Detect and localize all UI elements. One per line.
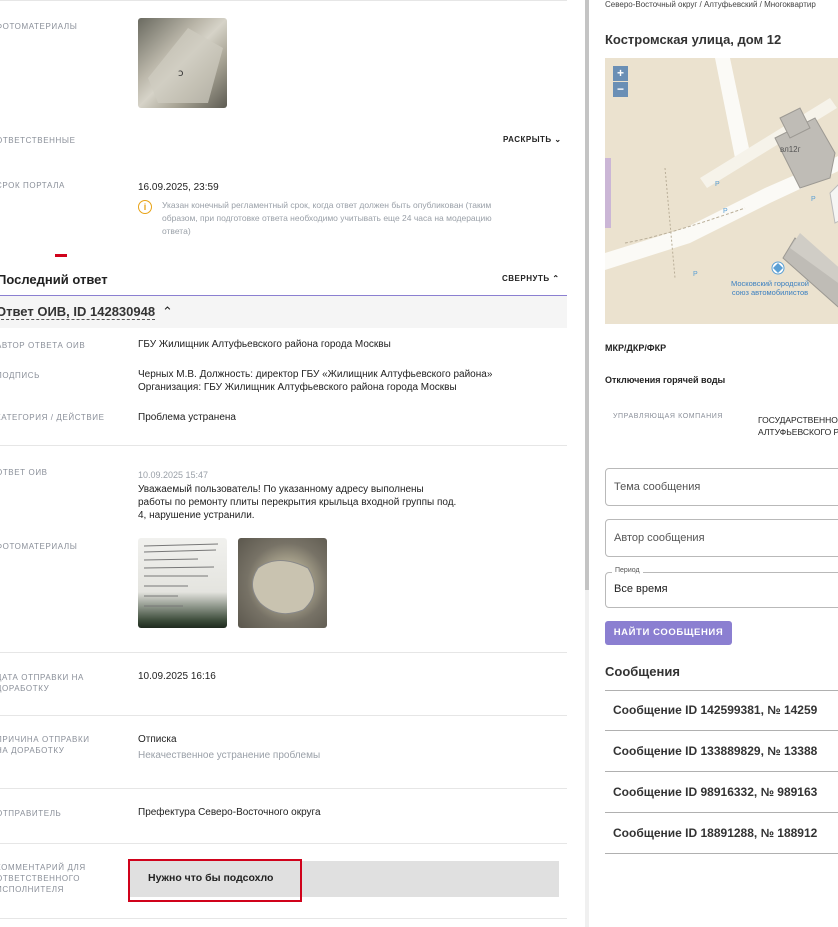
author-input[interactable]: Автор сообщения bbox=[605, 519, 838, 557]
responsible-label: ОТВЕТСТВЕННЫЕ bbox=[0, 136, 76, 145]
author-label: АВТОР ОТВЕТА ОИВ bbox=[0, 341, 86, 350]
signature-label: ПОДПИСЬ bbox=[0, 371, 40, 380]
minus-icon: − bbox=[616, 82, 624, 96]
message-item[interactable]: Сообщение ID 142599381, № 14259 bbox=[605, 691, 838, 731]
zoom-in-button[interactable]: + bbox=[613, 66, 628, 81]
portal-deadline-value: 16.09.2025, 23:59 bbox=[138, 182, 219, 193]
topic-input[interactable]: Тема сообщения bbox=[605, 468, 838, 506]
parking-icon: P bbox=[811, 196, 816, 203]
comment-value: Нужно что бы подсохло bbox=[148, 872, 274, 884]
rework-reason-value: Отписка bbox=[138, 734, 177, 745]
messages-title: Сообщения bbox=[605, 664, 680, 679]
red-marker bbox=[55, 254, 67, 257]
poi-label: Московский городской союз автомобилистов bbox=[731, 279, 809, 297]
rework-reason-label: ПРИЧИНА ОТПРАВКИ НА ДОРАБОТКУ bbox=[0, 735, 90, 755]
breadcrumb[interactable]: Северо-Восточный округ / Алтуфьевский / … bbox=[605, 0, 816, 9]
chevron-up-icon: ⌃ bbox=[552, 274, 560, 283]
sender-value: Префектура Северо-Восточного округа bbox=[138, 807, 321, 818]
parking-icon: P bbox=[715, 181, 720, 188]
period-value: Все время bbox=[614, 583, 668, 595]
find-messages-button[interactable]: НАЙТИ СООБЩЕНИЯ bbox=[605, 621, 732, 645]
document-photo-thumbnail[interactable] bbox=[138, 538, 227, 628]
map[interactable]: вл12г P P P P Московский городской союз … bbox=[605, 58, 838, 324]
comment-label: КОММЕНТАРИЙ ДЛЯ ОТВЕТСТВЕННОГО ИСПОЛНИТЕ… bbox=[0, 863, 86, 894]
period-label: Период bbox=[612, 567, 643, 574]
mgmt-label: УПРАВЛЯЮЩАЯ КОМПАНИЯ bbox=[613, 413, 724, 420]
rework-date-label: ДАТА ОТПРАВКИ НА ДОРАБОТКУ bbox=[0, 673, 84, 693]
photo-thumbnail[interactable]: ↄ bbox=[138, 18, 227, 108]
address-title: Костромская улица, дом 12 bbox=[605, 32, 782, 47]
category-code: МКР/ДКР/ФКР bbox=[605, 343, 667, 353]
category-value: Проблема устранена bbox=[138, 412, 236, 423]
oiv-answer-label: ОТВЕТ ОИВ bbox=[0, 468, 48, 477]
message-item[interactable]: Сообщение ID 133889829, № 13388 bbox=[605, 732, 838, 772]
rework-reason-detail: Некачественное устранение проблемы bbox=[138, 750, 321, 761]
topic-placeholder: Тема сообщения bbox=[614, 481, 701, 493]
category-label: КАТЕГОРИЯ / ДЕЙСТВИЕ bbox=[0, 413, 105, 422]
parking-icon: P bbox=[723, 208, 728, 215]
last-answer-title: Последний ответ bbox=[0, 272, 108, 287]
oiv-answer-text: Уважаемый пользователь! По указанному ад… bbox=[138, 484, 457, 521]
collapse-button[interactable]: СВЕРНУТЬ ⌃ bbox=[502, 274, 560, 283]
message-item[interactable]: Сообщение ID 18891288, № 188912 bbox=[605, 814, 838, 854]
scrollbar[interactable] bbox=[585, 0, 589, 927]
scrollbar-thumb[interactable] bbox=[585, 0, 589, 590]
answer-header-bar[interactable]: Ответ ОИВ, ID 142830948 ⌃ bbox=[0, 296, 567, 328]
info-icon: i bbox=[138, 200, 152, 214]
deadline-info-text: Указан конечный регламентный срок, когда… bbox=[162, 200, 492, 236]
oiv-answer-time: 10.09.2025 15:47 bbox=[138, 470, 209, 480]
message-item[interactable]: Сообщение ID 98916332, № 989163 bbox=[605, 773, 838, 813]
category-name: Отключения горячей воды bbox=[605, 375, 726, 385]
chevron-down-icon: ⌄ bbox=[554, 135, 562, 144]
zoom-out-button[interactable]: − bbox=[613, 82, 628, 97]
sender-label: ОТПРАВИТЕЛЬ bbox=[0, 809, 62, 818]
building-label: вл12г bbox=[780, 145, 801, 154]
left-panel: ФОТОМАТЕРИАЛЫ ↄ ОТВЕТСТВЕННЫЕ РАСКРЫТЬ ⌄… bbox=[0, 0, 585, 927]
mgmt-value: ГОСУДАРСТВЕННО АЛТУФЬЕВСКОГО Р bbox=[758, 415, 838, 437]
repair-photo-thumbnail[interactable] bbox=[238, 538, 327, 628]
answer-header-title: Ответ ОИВ, ID 142830948 bbox=[0, 304, 156, 320]
svg-text:ↄ: ↄ bbox=[178, 68, 184, 79]
rework-date-value: 10.09.2025 16:16 bbox=[138, 671, 216, 682]
photos2-label: ФОТОМАТЕРИАЛЫ bbox=[0, 542, 78, 551]
parking-icon: P bbox=[693, 271, 698, 278]
portal-deadline-label: СРОК ПОРТАЛА bbox=[0, 181, 65, 190]
author-value: ГБУ Жилищник Алтуфьевского района города… bbox=[138, 339, 391, 350]
photos-label: ФОТОМАТЕРИАЛЫ bbox=[0, 22, 78, 31]
author-placeholder: Автор сообщения bbox=[614, 532, 705, 544]
plus-icon: + bbox=[616, 66, 624, 80]
period-select[interactable]: Период Все время bbox=[605, 567, 838, 608]
signature-value: Черных М.В. Должность: директор ГБУ «Жил… bbox=[138, 369, 493, 393]
chevron-up-icon: ⌃ bbox=[162, 304, 173, 319]
expand-button[interactable]: РАСКРЫТЬ ⌄ bbox=[503, 135, 562, 144]
